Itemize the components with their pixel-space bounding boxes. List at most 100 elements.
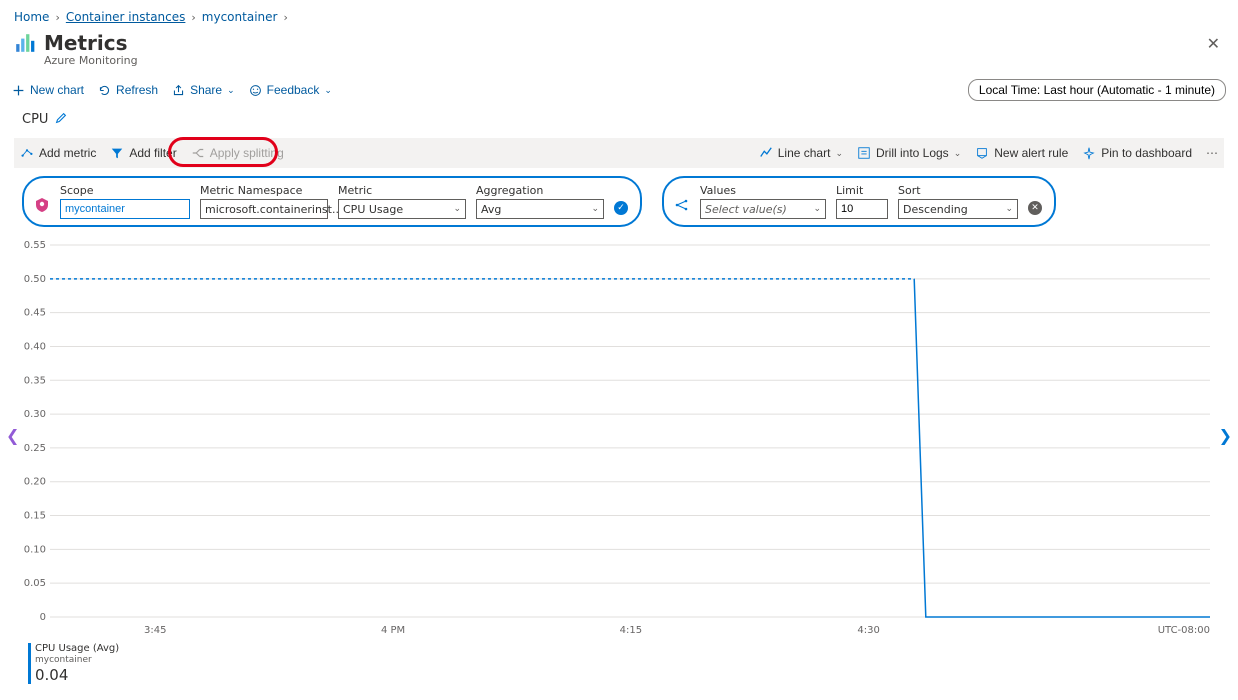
- values-label: Values: [700, 184, 826, 197]
- metric-label: Metric: [338, 184, 466, 197]
- add-metric-label: Add metric: [39, 146, 96, 160]
- add-filter-label: Add filter: [129, 146, 176, 160]
- limit-label: Limit: [836, 184, 888, 197]
- svg-text:0.50: 0.50: [24, 274, 46, 285]
- line-chart-label: Line chart: [778, 146, 831, 160]
- metric-namespace-label: Metric Namespace: [200, 184, 328, 197]
- apply-splitting-button[interactable]: Apply splitting: [191, 146, 284, 160]
- feedback-label: Feedback: [267, 83, 320, 97]
- share-button[interactable]: Share ⌄: [172, 83, 235, 97]
- page-title: Metrics: [44, 32, 138, 54]
- new-chart-button[interactable]: New chart: [12, 83, 84, 97]
- metric-value: CPU Usage: [343, 203, 403, 216]
- chevron-down-icon: ⌄: [1005, 204, 1013, 214]
- scope-input[interactable]: [60, 199, 190, 219]
- add-metric-button[interactable]: Add metric: [20, 146, 96, 160]
- breadcrumb-home[interactable]: Home: [14, 10, 49, 24]
- chevron-down-icon: ⌄: [954, 148, 962, 159]
- svg-text:0.55: 0.55: [24, 240, 46, 251]
- svg-text:0.05: 0.05: [24, 578, 46, 589]
- time-range-button[interactable]: Local Time: Last hour (Automatic - 1 min…: [968, 79, 1226, 101]
- line-chart: 00.050.100.150.200.250.300.350.400.450.5…: [22, 239, 1216, 639]
- svg-text:0.35: 0.35: [24, 375, 46, 386]
- sort-value: Descending: [903, 203, 968, 216]
- chart-toolbar: Add metric Add filter Apply splitting Li…: [14, 138, 1224, 168]
- new-alert-rule-button[interactable]: New alert rule: [975, 146, 1068, 160]
- pin-to-dashboard-button[interactable]: Pin to dashboard: [1082, 146, 1192, 160]
- chevron-right-icon: ›: [283, 11, 287, 24]
- page-subtitle: Azure Monitoring: [44, 54, 138, 67]
- svg-text:3:45: 3:45: [144, 625, 166, 636]
- chart-area: 00.050.100.150.200.250.300.350.400.450.5…: [22, 239, 1216, 639]
- aggregation-select[interactable]: Avg ⌄: [476, 199, 604, 219]
- legend-resource: mycontainer: [35, 655, 119, 666]
- drill-into-logs-label: Drill into Logs: [876, 146, 949, 160]
- chart-title-row: CPU: [0, 107, 1238, 132]
- remove-icon[interactable]: ✕: [1028, 201, 1042, 215]
- pin-label: Pin to dashboard: [1101, 146, 1192, 160]
- chart-title: CPU: [22, 112, 48, 127]
- add-filter-button[interactable]: Add filter: [110, 146, 176, 160]
- prev-icon[interactable]: ❮: [0, 420, 25, 451]
- chevron-right-icon: ›: [55, 11, 59, 24]
- command-bar: New chart Refresh Share ⌄ Feedback ⌄ Loc…: [0, 73, 1238, 107]
- metric-config-group: Scope Metric Namespace microsoft.contain…: [22, 176, 642, 227]
- refresh-button[interactable]: Refresh: [98, 83, 158, 97]
- config-row: Scope Metric Namespace microsoft.contain…: [0, 168, 1238, 231]
- chart-legend[interactable]: CPU Usage (Avg) mycontainer 0.04: [28, 643, 1216, 684]
- values-value: Select value(s): [705, 203, 787, 216]
- line-chart-button[interactable]: Line chart ⌄: [759, 146, 843, 160]
- svg-text:0.25: 0.25: [24, 443, 46, 454]
- legend-metric: CPU Usage (Avg): [35, 643, 119, 655]
- metric-select[interactable]: CPU Usage ⌄: [338, 199, 466, 219]
- legend-value: 0.04: [35, 666, 119, 684]
- aggregation-value: Avg: [481, 203, 501, 216]
- values-select[interactable]: Select value(s) ⌄: [700, 199, 826, 219]
- breadcrumb: Home › Container instances › mycontainer…: [0, 0, 1238, 30]
- aggregation-label: Aggregation: [476, 184, 604, 197]
- sort-label: Sort: [898, 184, 1018, 197]
- svg-text:4:15: 4:15: [620, 625, 642, 636]
- chevron-down-icon: ⌄: [324, 85, 332, 96]
- svg-text:0.40: 0.40: [24, 341, 46, 352]
- new-chart-label: New chart: [30, 83, 84, 97]
- svg-text:0.30: 0.30: [24, 409, 46, 420]
- chevron-down-icon: ⌄: [813, 204, 821, 214]
- limit-input[interactable]: [836, 199, 888, 219]
- chevron-right-icon: ›: [191, 11, 195, 24]
- legend-color-swatch: [28, 643, 31, 684]
- refresh-label: Refresh: [116, 83, 158, 97]
- share-label: Share: [190, 83, 222, 97]
- feedback-button[interactable]: Feedback ⌄: [249, 83, 332, 97]
- svg-text:0.20: 0.20: [24, 477, 46, 488]
- new-alert-rule-label: New alert rule: [994, 146, 1068, 160]
- chevron-down-icon: ⌄: [835, 148, 843, 159]
- svg-text:4 PM: 4 PM: [381, 625, 405, 636]
- drill-into-logs-button[interactable]: Drill into Logs ⌄: [857, 146, 961, 160]
- edit-icon[interactable]: [54, 111, 68, 128]
- sort-select[interactable]: Descending ⌄: [898, 199, 1018, 219]
- svg-text:0.15: 0.15: [24, 511, 46, 522]
- metric-namespace-value: microsoft.containerinst...: [205, 203, 342, 216]
- svg-text:4:30: 4:30: [857, 625, 879, 636]
- scope-label: Scope: [60, 184, 190, 197]
- more-button[interactable]: ⋯: [1206, 146, 1218, 160]
- breadcrumb-container-instances[interactable]: Container instances: [66, 10, 186, 24]
- resource-icon: [34, 197, 50, 216]
- metrics-icon: [14, 32, 36, 57]
- chevron-down-icon: ⌄: [227, 85, 235, 96]
- split-icon: [674, 197, 690, 216]
- apply-splitting-label: Apply splitting: [210, 146, 284, 160]
- chevron-down-icon: ⌄: [591, 204, 599, 214]
- svg-text:0.10: 0.10: [24, 544, 46, 555]
- close-icon[interactable]: ✕: [1207, 34, 1220, 53]
- breadcrumb-mycontainer[interactable]: mycontainer: [202, 10, 278, 24]
- splitting-config-group: Values Select value(s) ⌄ Limit Sort Desce…: [662, 176, 1056, 227]
- page-header: Metrics Azure Monitoring ✕: [0, 30, 1238, 73]
- next-icon[interactable]: ❯: [1213, 420, 1238, 451]
- svg-text:0.45: 0.45: [24, 308, 46, 319]
- metric-namespace-select[interactable]: microsoft.containerinst...⌄: [200, 199, 328, 219]
- check-icon[interactable]: ✓: [614, 201, 628, 215]
- svg-text:UTC-08:00: UTC-08:00: [1158, 625, 1210, 636]
- chevron-down-icon: ⌄: [453, 204, 461, 214]
